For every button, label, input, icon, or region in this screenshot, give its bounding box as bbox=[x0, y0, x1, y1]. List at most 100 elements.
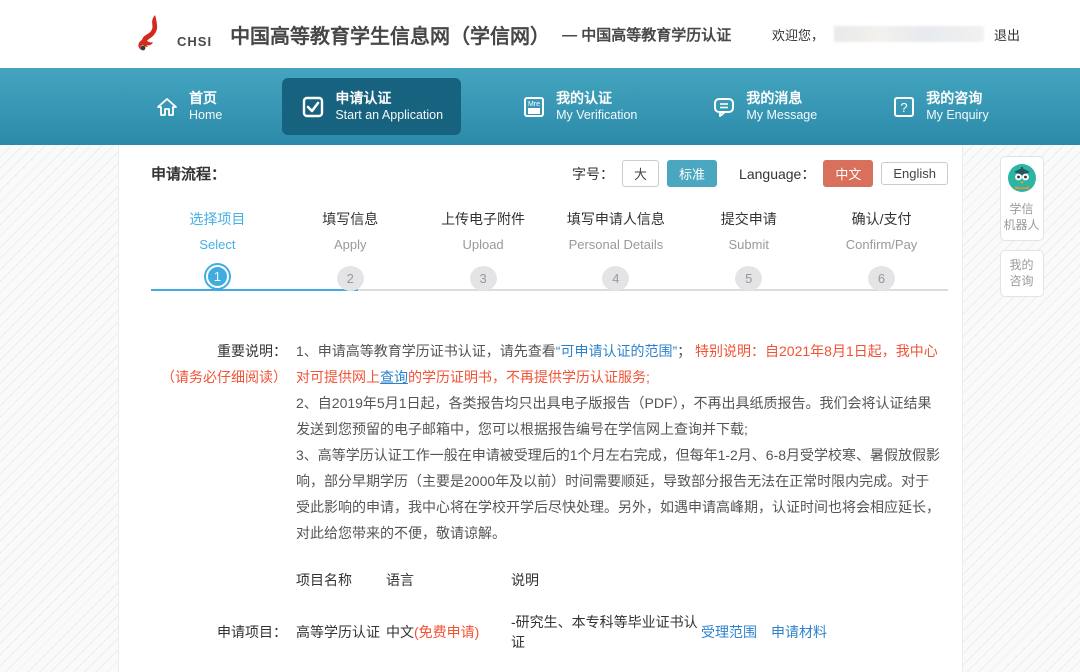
project-description-value: -研究生、本专科等毕业证书认证 bbox=[511, 612, 701, 652]
svg-text:Mre: Mre bbox=[528, 101, 540, 108]
nav-label-zh: 我的消息 bbox=[746, 90, 817, 107]
step-circle: 3 bbox=[470, 266, 497, 291]
col-header-language: 语言 bbox=[386, 570, 511, 590]
site-title: 中国高等教育学生信息网（学信网） bbox=[230, 20, 550, 49]
important-notes: 重要说明： （请务必仔细阅读） 1、申请高等教育学历证书认证，请先查看“可申请认… bbox=[151, 338, 948, 546]
display-controls: 字号： 大 标准 Language： 中文 English bbox=[572, 160, 948, 187]
note-item-3: 3、高等学历认证工作一般在申请被受理后的1个月左右完成，但每年1-2月、6-8月… bbox=[296, 442, 942, 546]
step-zh-label: 提交申请 bbox=[721, 209, 777, 229]
step-circle: 5 bbox=[735, 266, 762, 291]
online-query-link[interactable]: 查询 bbox=[380, 369, 408, 385]
logout-link[interactable]: 退出 bbox=[994, 25, 1020, 44]
chsi-logo[interactable]: CHSI 中国高等教育学生信息网（学信网） — 中国高等教育学历认证 bbox=[135, 14, 731, 54]
step-circle: 6 bbox=[868, 266, 895, 291]
note1-separator: ； bbox=[677, 343, 691, 359]
page-title: 申请流程： bbox=[151, 163, 226, 184]
step-confirm-pay: 确认/支付 Confirm/Pay 6 bbox=[815, 207, 948, 312]
question-icon: ? bbox=[891, 94, 917, 120]
application-materials-link[interactable]: 申请材料 bbox=[771, 622, 827, 642]
message-icon bbox=[711, 94, 737, 120]
font-large-button[interactable]: 大 bbox=[622, 160, 659, 187]
scope-of-verification-link[interactable]: “可申请认证的范围” bbox=[556, 343, 677, 359]
step-circle: 1 bbox=[206, 265, 229, 288]
step-circle: 4 bbox=[602, 266, 629, 291]
step-en-label: Submit bbox=[728, 237, 768, 252]
font-size-label: 字号： bbox=[572, 164, 614, 184]
col-header-project-name: 项目名称 bbox=[296, 570, 386, 590]
enquiry-label-line1: 我的 bbox=[1004, 257, 1040, 273]
project-language-value: 中文(免费申请) bbox=[386, 622, 511, 642]
step-en-label: Apply bbox=[334, 237, 367, 252]
nav-label-en: Home bbox=[189, 107, 222, 123]
nav-label-en: My Message bbox=[746, 107, 817, 123]
robot-avatar-icon bbox=[1007, 163, 1037, 193]
workspace: 申请流程： 字号： 大 标准 Language： 中文 English 选择项目… bbox=[0, 145, 1080, 672]
svg-text:?: ? bbox=[901, 100, 908, 115]
nav-label-en: My Enquiry bbox=[926, 107, 989, 123]
nav-item-my-message[interactable]: 我的消息My Message bbox=[697, 80, 831, 133]
content-panel: 申请流程： 字号： 大 标准 Language： 中文 English 选择项目… bbox=[118, 145, 963, 672]
nav-label-en: Start an Application bbox=[335, 107, 443, 123]
nav-label-en: My Verification bbox=[556, 107, 637, 123]
document-icon: Mre bbox=[521, 94, 547, 120]
note1-red-tail: 的学历证明书，不再提供学历认证服务; bbox=[408, 369, 650, 385]
site-subtitle: — 中国高等教育学历认证 bbox=[562, 24, 731, 45]
step-personal-details: 填写申请人信息 Personal Details 4 bbox=[549, 207, 682, 312]
lang-chinese-button[interactable]: 中文 bbox=[823, 160, 873, 187]
steps-line-cyan bbox=[151, 289, 358, 291]
checkbox-icon bbox=[300, 94, 326, 120]
step-en-label: Upload bbox=[462, 237, 503, 252]
redacted-username bbox=[834, 26, 984, 42]
chsi-robot-button[interactable]: 学信 机器人 bbox=[1000, 156, 1044, 241]
step-en-label: Select bbox=[199, 237, 235, 252]
my-enquiry-button[interactable]: 我的 咨询 bbox=[1000, 250, 1044, 297]
right-sidebar: 学信 机器人 我的 咨询 bbox=[963, 145, 1080, 672]
language-value: 中文 bbox=[386, 624, 414, 640]
step-zh-label: 上传电子附件 bbox=[441, 209, 525, 229]
chsi-logo-text: CHSI bbox=[177, 34, 212, 49]
nav-item-my-verification[interactable]: Mre 我的认证My Verification bbox=[507, 80, 651, 133]
robot-label-line2: 机器人 bbox=[1004, 217, 1040, 233]
step-zh-label: 选择项目 bbox=[189, 209, 245, 229]
note-item-1: 1、申请高等教育学历证书认证，请先查看“可申请认证的范围”； 特别说明：自202… bbox=[296, 338, 942, 390]
font-standard-button[interactable]: 标准 bbox=[667, 160, 717, 187]
step-submit: 提交申请 Submit 5 bbox=[682, 207, 815, 312]
nav-item-my-enquiry[interactable]: ? 我的咨询My Enquiry bbox=[877, 80, 1003, 133]
language-label: Language： bbox=[739, 164, 815, 184]
step-zh-label: 填写信息 bbox=[322, 209, 378, 229]
home-icon bbox=[154, 94, 180, 120]
progress-steps: 选择项目 Select 1 填写信息 Apply 2 上传电子附件 Upload… bbox=[151, 207, 948, 312]
step-circle: 2 bbox=[337, 266, 364, 291]
step-zh-label: 填写申请人信息 bbox=[567, 209, 665, 229]
step-apply: 填写信息 Apply 2 bbox=[284, 207, 417, 312]
welcome-text: 欢迎您， bbox=[772, 25, 824, 44]
chsi-bird-logo-icon bbox=[135, 14, 169, 54]
main-navigation: 首页Home 申请认证Start an Application Mre 我的认证… bbox=[0, 68, 1080, 145]
notes-must-read: （请务必仔细阅读） bbox=[151, 364, 287, 390]
nav-label-zh: 我的咨询 bbox=[926, 90, 989, 107]
nav-item-start-application[interactable]: 申请认证Start an Application bbox=[282, 78, 461, 135]
step-en-label: Confirm/Pay bbox=[846, 237, 918, 252]
col-header-description: 说明 bbox=[511, 570, 701, 590]
site-header: CHSI 中国高等教育学生信息网（学信网） — 中国高等教育学历认证 欢迎您， … bbox=[0, 0, 1080, 68]
note1-prefix: 1、申请高等教育学历证书认证，请先查看 bbox=[296, 343, 556, 359]
enquiry-label-line2: 咨询 bbox=[1004, 273, 1040, 289]
step-select: 选择项目 Select 1 bbox=[151, 207, 284, 312]
acceptance-scope-link[interactable]: 受理范围 bbox=[701, 622, 757, 642]
note-item-2: 2、自2019年5月1日起，各类报告均只出具电子版报告（PDF），不再出具纸质报… bbox=[296, 390, 942, 442]
user-area: 欢迎您， 退出 bbox=[772, 25, 1020, 44]
project-row-label: 申请项目： bbox=[151, 622, 296, 642]
nav-label-zh: 申请认证 bbox=[335, 90, 443, 107]
step-zh-label: 确认/支付 bbox=[852, 209, 912, 229]
nav-label-zh: 我的认证 bbox=[556, 90, 637, 107]
step-en-label: Personal Details bbox=[569, 237, 664, 252]
step-upload: 上传电子附件 Upload 3 bbox=[417, 207, 550, 312]
free-application-note: (免费申请) bbox=[414, 624, 479, 640]
project-row: 申请项目： 高等学历认证 中文(免费申请) -研究生、本专科等毕业证书认证 受理… bbox=[151, 612, 948, 652]
nav-item-home[interactable]: 首页Home bbox=[140, 80, 236, 133]
project-table-header: 项目名称 语言 说明 bbox=[151, 570, 948, 590]
project-name-value: 高等学历认证 bbox=[296, 622, 386, 642]
lang-english-button[interactable]: English bbox=[881, 162, 948, 185]
nav-label-zh: 首页 bbox=[189, 90, 222, 107]
notes-title: 重要说明： bbox=[151, 338, 287, 364]
